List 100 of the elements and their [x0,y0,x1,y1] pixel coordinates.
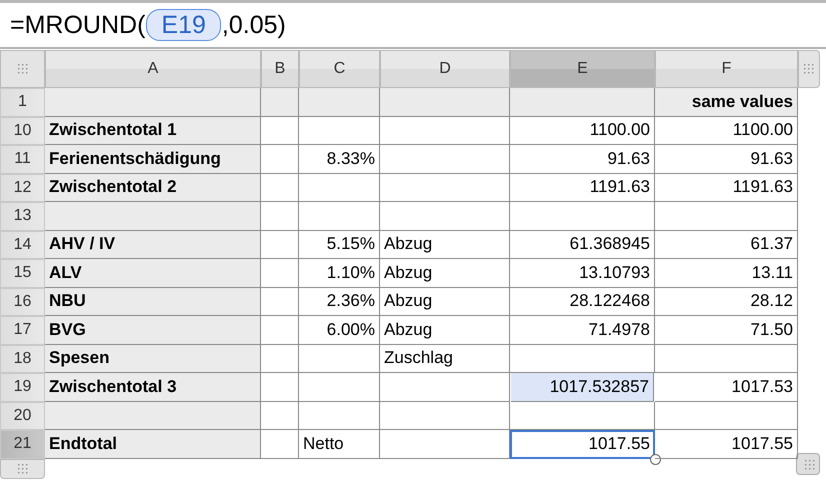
table-cell[interactable] [299,174,380,202]
table-cell[interactable]: 71.50 [655,316,798,344]
column-header[interactable]: D [380,50,510,88]
table-cell[interactable] [299,344,380,373]
table-cell[interactable] [261,430,299,458]
table-cell[interactable]: 91.63 [655,145,798,174]
table-cell[interactable]: 71.4978 [510,316,655,344]
table-cell[interactable]: 1100.00 [510,116,655,145]
resize-handle[interactable] [796,452,820,474]
table-cell[interactable] [510,88,655,116]
table-cell[interactable] [261,344,299,373]
table-cell[interactable]: 6.00% [299,316,380,344]
table-cell[interactable]: 28.12 [655,288,798,316]
table-cell[interactable]: Endtotal [45,430,261,458]
table-cell[interactable] [380,116,510,145]
table-cell[interactable]: Spesen [45,344,261,373]
table-cell[interactable] [299,402,380,430]
row-header[interactable]: 16 [0,288,45,316]
row-header[interactable]: 21 [0,430,45,458]
table-cell[interactable] [261,174,299,202]
column-header[interactable]: C [299,50,380,88]
table-cell[interactable]: 1191.63 [510,174,655,202]
table-cell[interactable] [261,88,299,116]
table-cell[interactable] [261,230,299,259]
table-cell[interactable] [380,430,510,458]
table-cell[interactable] [299,116,380,145]
table-cell[interactable]: BVG [45,316,261,344]
table-cell[interactable]: NBU [45,288,261,316]
row-header[interactable]: 11 [0,145,45,174]
row-header[interactable]: 1 [0,88,45,116]
table-cell[interactable]: 61.368945 [510,230,655,259]
table-cell[interactable]: 1017.532857 [511,373,654,402]
table-cell[interactable] [299,88,380,116]
table-cell[interactable] [510,402,655,430]
row-header[interactable]: 17 [0,316,45,344]
select-all-handle[interactable] [0,50,45,88]
table-cell[interactable]: Zuschlag [380,344,510,373]
grip-icon[interactable] [16,462,28,474]
row-header[interactable]: 12 [0,174,45,202]
table-cell[interactable]: 13.11 [655,259,798,288]
row-handle[interactable] [0,458,45,478]
column-header[interactable]: F [655,50,798,88]
row-header[interactable]: 14 [0,230,45,259]
table-cell[interactable]: Zwischentotal 3 [45,373,261,402]
table-cell[interactable]: 91.63 [510,145,655,174]
table-cell[interactable] [261,116,299,145]
table-cell[interactable]: 2.36% [299,288,380,316]
table-cell[interactable]: 28.122468 [510,288,655,316]
column-handle[interactable] [798,50,820,88]
table-cell[interactable] [380,402,510,430]
table-cell[interactable]: Abzug [380,230,510,259]
table-cell[interactable]: 1017.55 [655,430,798,458]
table-cell[interactable]: Netto [299,430,380,458]
row-header[interactable]: 15 [0,259,45,288]
grip-icon[interactable] [804,458,816,470]
table-cell[interactable]: 1017.55 [510,430,655,458]
table-cell[interactable]: 1.10% [299,259,380,288]
table-cell[interactable]: 5.15% [299,230,380,259]
table-cell[interactable]: 1017.53 [655,373,798,402]
row-header[interactable]: 13 [0,202,45,230]
table-cell[interactable] [380,88,510,116]
column-header[interactable]: B [261,50,299,88]
table-cell[interactable] [261,316,299,344]
table-cell[interactable] [655,344,798,373]
table-cell[interactable] [655,402,798,430]
table-cell[interactable] [261,145,299,174]
formula-bar[interactable]: =MROUND( E19 ,0.05) [0,0,826,49]
table-cell[interactable]: Ferienentschädigung [45,145,261,174]
table-cell[interactable]: same values [655,88,798,116]
table-cell[interactable] [45,402,261,430]
row-header[interactable]: 19 [0,373,45,402]
table-cell[interactable] [45,88,261,116]
grip-icon[interactable] [16,63,28,75]
table-cell[interactable] [380,174,510,202]
table-cell[interactable] [261,402,299,430]
table-cell[interactable] [261,259,299,288]
grip-icon[interactable] [803,63,815,75]
table-cell[interactable]: 1191.63 [655,174,798,202]
table-cell[interactable] [380,373,510,402]
row-header[interactable]: 10 [0,116,45,145]
table-cell[interactable] [261,202,299,230]
row-header[interactable]: 18 [0,344,45,373]
column-header[interactable]: A [45,50,261,88]
row-header[interactable]: 20 [0,402,45,430]
fill-handle[interactable] [650,454,661,464]
table-cell[interactable] [299,373,380,402]
table-cell[interactable]: 61.37 [655,230,798,259]
table-cell[interactable] [299,202,380,230]
table-cell[interactable] [510,202,655,230]
table-cell[interactable] [655,202,798,230]
table-cell[interactable]: Abzug [380,259,510,288]
table-cell[interactable]: Abzug [380,288,510,316]
table-cell[interactable]: Zwischentotal 2 [45,174,261,202]
table-cell[interactable] [380,145,510,174]
table-cell[interactable] [261,288,299,316]
table-cell[interactable]: 13.10793 [510,259,655,288]
column-header[interactable]: E [510,50,655,88]
table-cell[interactable] [380,202,510,230]
table-cell[interactable]: Zwischentotal 1 [45,116,261,145]
table-cell[interactable]: AHV / IV [45,230,261,259]
